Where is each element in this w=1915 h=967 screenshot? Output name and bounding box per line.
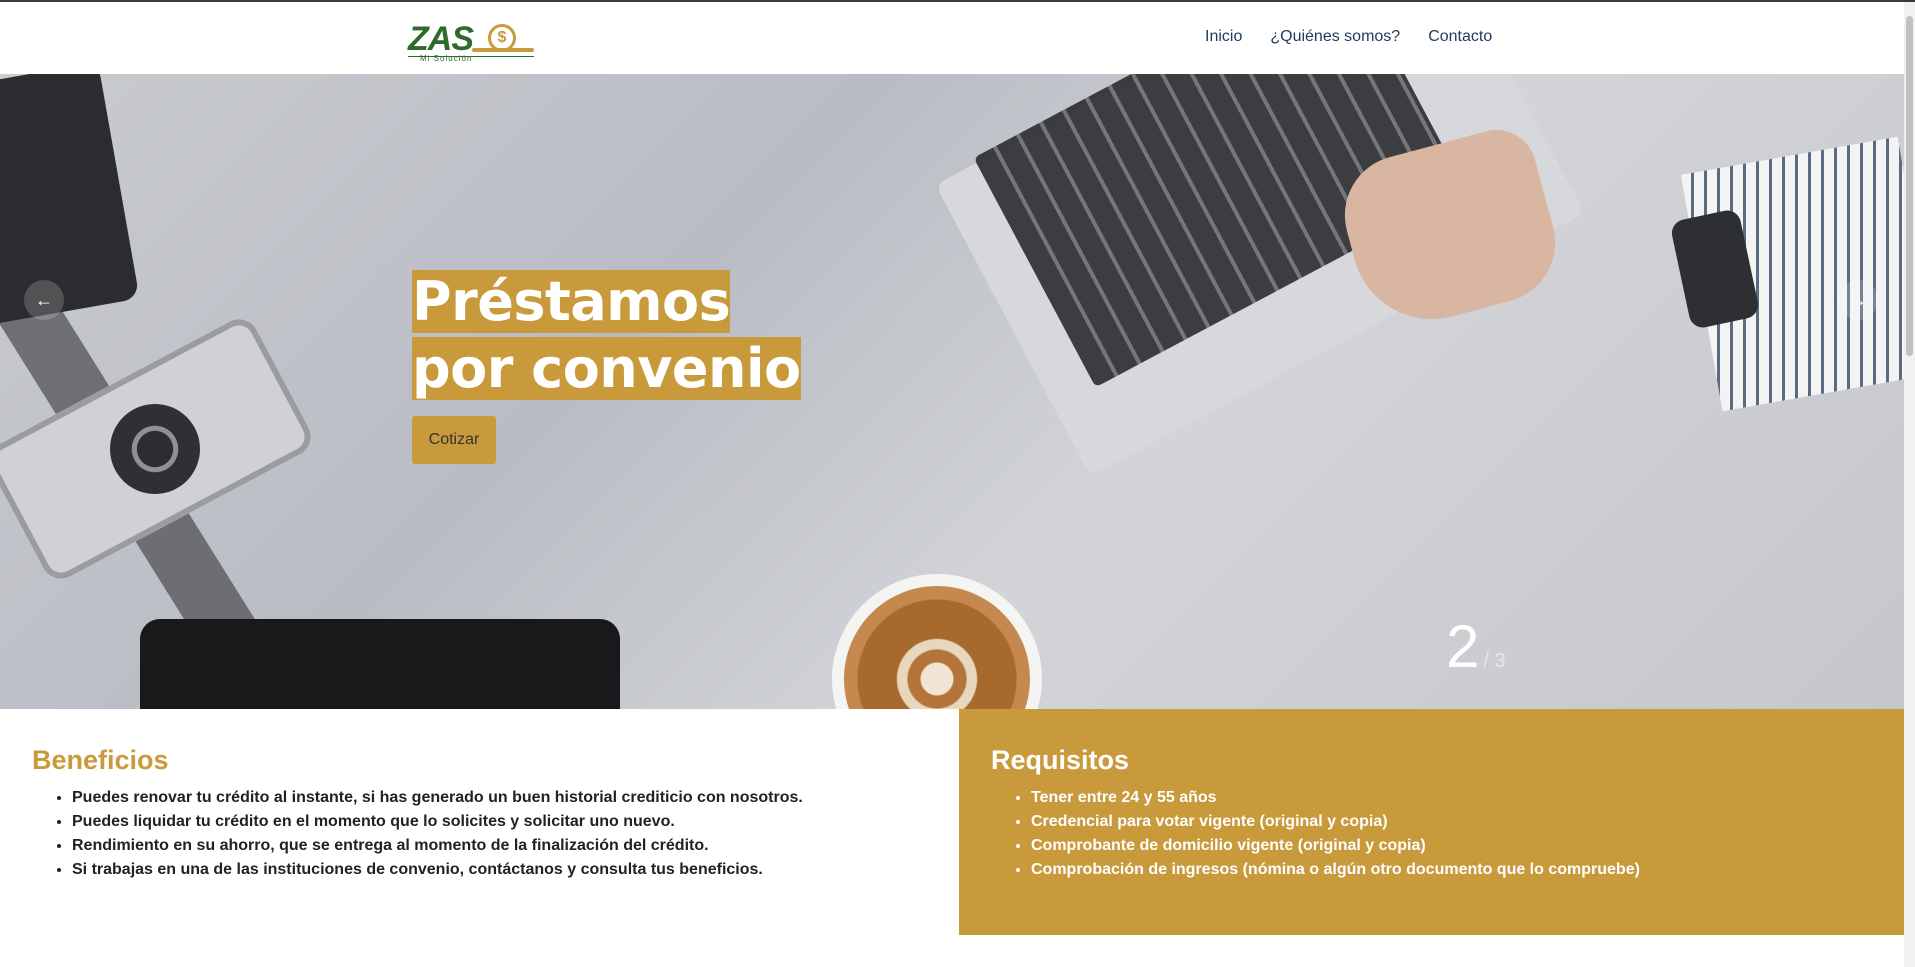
logo-swoosh — [472, 48, 534, 52]
list-item: Puedes liquidar tu crédito en el momento… — [72, 810, 927, 834]
logo-tagline: Mi Solución — [420, 54, 473, 63]
requirements-section: Requisitos Tener entre 24 y 55 años Cred… — [959, 709, 1904, 935]
benefits-section: Beneficios Puedes renovar tu crédito al … — [0, 709, 959, 935]
hero-title: Préstamos por convenio — [412, 268, 832, 402]
benefits-title: Beneficios — [32, 745, 169, 775]
list-item: Rendimiento en su ahorro, que se entrega… — [72, 834, 927, 858]
arrow-left-icon[interactable]: ← — [24, 280, 64, 320]
list-item: Comprobante de domicilio vigente (origin… — [1031, 834, 1872, 858]
hero-photo-remote-dial — [110, 404, 200, 494]
hero-carousel: Préstamos por convenio Cotizar ← → 2/ 3 — [0, 74, 1904, 709]
list-item: Credencial para votar vigente (original … — [1031, 810, 1872, 834]
main-nav: Inicio ¿Quiénes somos? Contacto — [1205, 28, 1492, 46]
requirements-list: Tener entre 24 y 55 años Credencial para… — [991, 786, 1872, 882]
list-item: Comprobación de ingresos (nómina o algún… — [1031, 858, 1872, 882]
benefits-list: Puedes renovar tu crédito al instante, s… — [32, 786, 927, 882]
requirements-title: Requisitos — [991, 745, 1130, 775]
hero-photo-tablet — [140, 619, 620, 709]
slide-total: / 3 — [1483, 650, 1506, 672]
nav-link-inicio[interactable]: Inicio — [1205, 28, 1242, 46]
page-scrollbar-thumb[interactable] — [1906, 16, 1913, 356]
slide-counter: 2/ 3 — [1446, 612, 1506, 681]
list-item: Tener entre 24 y 55 años — [1031, 786, 1872, 810]
nav-link-quienes-somos[interactable]: ¿Quiénes somos? — [1270, 28, 1400, 46]
list-item: Puedes renovar tu crédito al instante, s… — [72, 786, 927, 810]
nav-link-contacto[interactable]: Contacto — [1428, 28, 1492, 46]
site-header: ZAS $ Mi Solución Inicio ¿Quiénes somos?… — [0, 2, 1904, 74]
hero-photo-phone — [0, 74, 140, 327]
cotizar-button[interactable]: Cotizar — [412, 416, 496, 464]
list-item: Si trabajas en una de las instituciones … — [72, 858, 927, 882]
slide-current: 2 — [1446, 613, 1480, 680]
hero-title-text: Préstamos por convenio — [412, 270, 801, 400]
arrow-right-icon[interactable]: → — [1838, 280, 1878, 320]
hero-photo-coffee — [832, 574, 1042, 709]
site-logo[interactable]: ZAS $ Mi Solución — [408, 18, 538, 64]
